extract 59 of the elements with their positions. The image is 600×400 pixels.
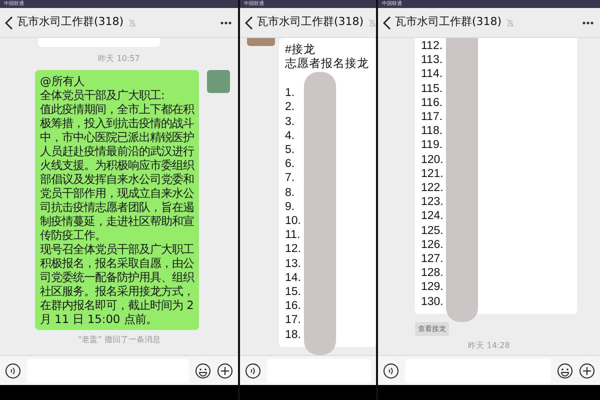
voice-icon[interactable] [383,362,399,378]
list-entry: 119. [421,138,444,153]
list-entry: 2. [285,100,296,114]
list-entry: 11. [285,228,302,242]
list-entry: 6. [285,157,296,172]
list-heading: #接龙 [285,43,316,58]
avatar-picture [207,70,230,93]
chat-title: 瓦市水司工作群(318) [395,14,502,30]
timestamp: 昨天 10:57 [97,53,141,65]
list-entry: 1. [285,86,296,100]
list-entry: 113. [421,53,444,68]
list-entry: 123. [421,195,444,210]
list-entry: 115. [421,82,444,96]
more-icon[interactable] [582,20,594,24]
list-entry: 117. [421,110,444,124]
list-entry: 17. [285,313,302,328]
list-entry: 3. [285,114,296,129]
list-entry: 4. [285,128,296,143]
voice-icon[interactable] [5,362,21,378]
list-entry: 10. [285,214,302,228]
emoji-icon[interactable] [195,362,211,378]
list-entry: 118. [421,124,444,138]
list-entry: 122. [421,181,444,196]
chat-title: 瓦市水司工作群(318) [17,14,124,30]
list-entry: 18. [285,328,302,342]
list-entry: 121. [421,166,444,182]
more-icon[interactable] [220,20,232,24]
plus-icon[interactable] [217,362,233,378]
list-entry: 5. [285,142,296,158]
voice-icon[interactable] [245,362,261,378]
list-entry: 15. [285,284,302,300]
list-entry: 127. [421,252,444,266]
list-entry: 114. [421,67,444,82]
list-entry: 112. [421,39,444,54]
list-entry: 13. [285,256,302,271]
list-entry: 128. [421,266,444,280]
list-heading: 志愿者报名接龙 [285,57,370,72]
list-entry: 126. [421,238,444,252]
emoji-icon[interactable] [557,362,573,378]
message-bubble: @所有人 全体党员干部及广大职工: 值此疫情期间，全市上下都在积极筹措，投入到抗击疫情的战斗中，市中心医院已派出精锐医护人员赶赴疫情最前沿的武汉进行火线支援。为积极响应市委组织部倡议及发挥自来水公司党委和党员干部作用，现成立自来水公司抗击疫情志愿者团队，旨在遏制疫情蔓延，走进社区帮助和宣传防疫工作。 现号召全体党员干部及广大职工积极报名，报名采取自愿，由公司党委统一配备防护用具、组织社区服务。报名采用接龙方式，在群内报名即可，截止时间为 2 月 11 日 15:00 点前。 [35,70,199,330]
list-entry: 12. [285,242,302,257]
back-icon[interactable] [5,16,13,30]
list-entry: 7. [285,171,296,186]
list-entry: 16. [285,299,302,314]
list-entry: 14. [285,270,302,285]
list-entry: 116. [421,96,444,110]
list-entry: 125. [421,224,444,238]
list-entry: 124. [421,209,444,224]
list-entry: 129. [421,280,444,295]
plus-icon[interactable] [579,362,595,378]
timestamp: 昨天 14:28 [467,340,511,352]
list-entry: 130. [421,294,444,309]
back-icon[interactable] [245,16,253,30]
list-entry: 120. [421,152,444,167]
chat-title: 瓦市水司工作群(318) [257,14,364,30]
recall-notice: “老盖” 撤回了一条消息 [76,334,162,346]
back-icon[interactable] [383,16,391,30]
list-entry: 8. [285,186,296,200]
list-entry: 9. [285,200,296,214]
